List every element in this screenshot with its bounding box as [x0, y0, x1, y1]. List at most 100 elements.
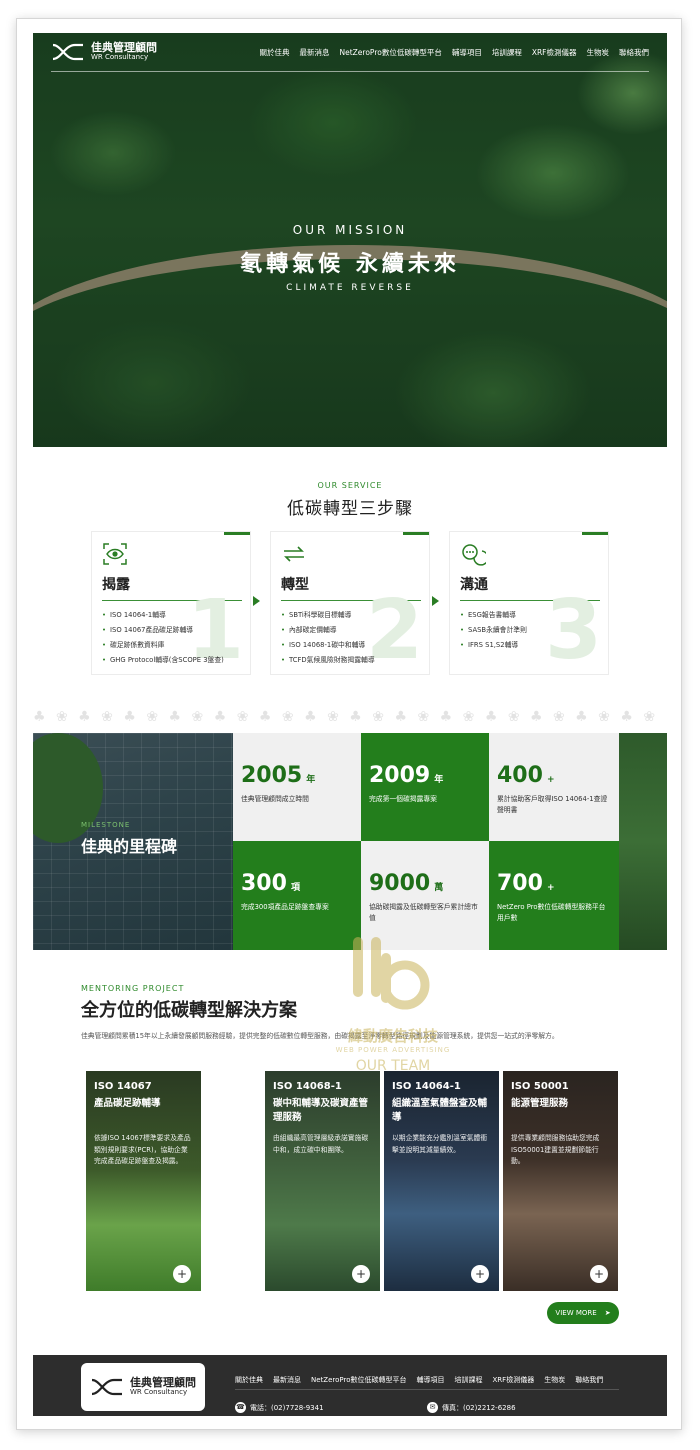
list-item: ISO 14064-1輔導	[102, 609, 224, 619]
nav-item-services[interactable]: 輔導項目	[452, 47, 482, 58]
card-name: 組織溫室氣體盤查及輔導	[392, 1098, 488, 1124]
stat-description: 完成300項產品足跡盤查專案	[241, 903, 329, 911]
footer-link-netzeropro[interactable]: NetZeroPro數位低碳轉型平台	[311, 1375, 407, 1385]
card-name: 碳中和輔導及碳資產管理服務	[273, 1098, 369, 1124]
step-arrow-icon	[432, 596, 439, 606]
plus-icon[interactable]: +	[471, 1265, 489, 1283]
stat-unit: +	[546, 775, 555, 785]
card-title: 揭露	[102, 577, 130, 593]
footer-link-services[interactable]: 輔導項目	[417, 1375, 445, 1385]
list-item: ISO 14068-1碳中和輔導	[281, 639, 375, 649]
nav-item-biochar[interactable]: 生物炭	[587, 47, 610, 58]
phone-icon: ☎	[235, 1402, 246, 1413]
service-card-transition[interactable]: 轉型 2 SBTi科學碳目標輔導 內部碳定價輔導 ISO 14068-1碳中和輔…	[270, 531, 430, 675]
plus-icon[interactable]: +	[173, 1265, 191, 1283]
service-card-disclosure[interactable]: 揭露 1 ISO 14064-1輔導 ISO 14067產品碳足跡輔導 碳足跡係…	[91, 531, 251, 675]
list-item: TCFD氣候風險財務揭露輔導	[281, 654, 375, 664]
stat-platform-users: 700 + NetZero Pro數位低碳轉型服務平台用戶數	[489, 841, 619, 950]
project-card-iso14067[interactable]: ISO 14067 產品碳足跡輔導 依據ISO 14067標準要求及產品類別規則…	[86, 1071, 201, 1291]
hero-section: 佳典管理顧問 WR Consultancy 關於佳典 最新消息 NetZeroP…	[33, 33, 667, 447]
hero-title: 氡轉氣候 永續未來	[240, 252, 460, 277]
milestone-forest-image	[619, 733, 667, 950]
stat-number: 400	[497, 763, 543, 788]
card-name: 能源管理服務	[511, 1098, 569, 1109]
main-menu: 關於佳典 最新消息 NetZeroPro數位低碳轉型平台 輔導項目 培訓課程 X…	[260, 47, 650, 58]
nav-item-xrf[interactable]: XRF檢測儀器	[532, 47, 577, 58]
stat-unit: 項	[290, 883, 300, 893]
view-more-label: VIEW MORE	[555, 1309, 597, 1317]
footer-link-xrf[interactable]: XRF檢測儀器	[493, 1375, 535, 1385]
stat-founded: 2005 年 佳典管理顧問成立時間	[233, 733, 361, 841]
nav-item-contact[interactable]: 聯絡我們	[619, 47, 649, 58]
watermark: 緯動廣告科技 WEB POWER ADVERTISING OUR TEAM	[323, 933, 463, 1093]
phone-text: 電話：(02)7728-9341	[250, 1403, 324, 1412]
footer-phone[interactable]: ☎ 電話：(02)7728-9341	[235, 1402, 324, 1413]
exchange-arrows-icon	[284, 546, 304, 562]
watermark-team: OUR TEAM	[355, 1058, 431, 1074]
list-item: ISO 14067產品碳足跡輔導	[102, 624, 224, 634]
milestone-title: 佳典的里程碑	[81, 837, 178, 856]
card-list: ESG報告書輔導 SASB永續會計準則 IFRS S1,S2輔導	[460, 609, 527, 654]
footer-link-news[interactable]: 最新消息	[273, 1375, 301, 1385]
hero-eyebrow: OUR MISSION	[292, 223, 408, 237]
brand-logo[interactable]: 佳典管理顧問 WR Consultancy	[51, 42, 157, 62]
stat-iso-clients: 400 + 累計協助客戶取得ISO 14064-1查證聲明書	[489, 733, 619, 841]
mentoring-label: MENTORING PROJECT	[81, 984, 185, 993]
fax-text: 傳真：(02)2212-6286	[442, 1403, 516, 1412]
plus-icon[interactable]: +	[590, 1265, 608, 1283]
footer-link-about[interactable]: 關於佳典	[235, 1375, 263, 1385]
stat-number: 700	[497, 871, 543, 896]
decorative-tree-pattern: ♣ ❀ ♣ ❀ ♣ ❀ ♣ ❀ ♣ ❀ ♣ ❀ ♣ ❀ ♣ ❀ ♣ ❀ ♣ ❀ …	[33, 709, 667, 725]
step-arrow-icon	[253, 596, 260, 606]
plus-icon[interactable]: +	[352, 1265, 370, 1283]
project-card-iso14068[interactable]: ISO 14068-1 碳中和輔導及碳資產管理服務 由組織最高管理層級承諾實施碳…	[265, 1071, 380, 1291]
footer-link-contact[interactable]: 聯絡我們	[575, 1375, 603, 1385]
service-card-communication[interactable]: 溝通 3 ESG報告書輔導 SASB永續會計準則 IFRS S1,S2輔導	[449, 531, 609, 675]
card-list: ISO 14064-1輔導 ISO 14067產品碳足跡輔導 碳足跡係數資料庫 …	[102, 609, 224, 669]
project-card-iso50001[interactable]: ISO 50001 能源管理服務 提供專業顧問服務協助您完成ISO50001建置…	[503, 1071, 618, 1291]
hero-overlay	[33, 33, 667, 447]
footer-logo[interactable]: 佳典管理顧問 WR Consultancy	[81, 1363, 205, 1411]
service-label: OUR SERVICE	[317, 481, 383, 490]
nav-item-about[interactable]: 關於佳典	[260, 47, 290, 58]
top-nav: 佳典管理顧問 WR Consultancy 關於佳典 最新消息 NetZeroP…	[33, 33, 667, 71]
project-card-iso14064[interactable]: ISO 14064-1 組織溫室氣體盤查及輔導 以期企業能充分鑑別溫室氣體衝擊並…	[384, 1071, 499, 1291]
card-accent	[403, 532, 429, 535]
card-description: 依據ISO 14067標準要求及產品類別規則要求(PCR)，協助企業完成產品碳足…	[94, 1134, 191, 1166]
stat-description: NetZero Pro數位低碳轉型服務平台用戶數	[497, 903, 606, 922]
stat-description: 佳典管理顧問成立時間	[241, 795, 309, 803]
stat-description: 協助碳揭露及低碳轉型客戶累計總市值	[369, 903, 478, 922]
footer: 佳典管理顧問 WR Consultancy 關於佳典 最新消息 NetZeroP…	[33, 1355, 667, 1416]
nav-divider	[51, 71, 649, 72]
list-item: 碳足跡係數資料庫	[102, 639, 224, 649]
nav-item-netzeropro[interactable]: NetZeroPro數位低碳轉型平台	[340, 47, 442, 58]
view-more-button[interactable]: VIEW MORE ➤	[547, 1302, 619, 1324]
watermark-en: WEB POWER ADVERTISING	[335, 1046, 451, 1054]
card-list: SBTi科學碳目標輔導 內部碳定價輔導 ISO 14068-1碳中和輔導 TCF…	[281, 609, 375, 669]
footer-fax: ✉ 傳真：(02)2212-6286	[427, 1402, 516, 1413]
card-accent	[582, 532, 608, 535]
stat-description: 累計協助客戶取得ISO 14064-1查證聲明書	[497, 795, 608, 814]
footer-link-training[interactable]: 培訓課程	[455, 1375, 483, 1385]
nav-item-news[interactable]: 最新消息	[300, 47, 330, 58]
logo-mark-icon	[91, 1378, 122, 1396]
arrow-right-icon: ➤	[604, 1309, 611, 1317]
stat-unit: 年	[434, 775, 444, 785]
stat-number: 2009	[369, 763, 431, 788]
watermark-cn: 緯動廣告科技	[347, 1027, 438, 1045]
stat-description: 完成第一個碳揭露專案	[369, 795, 437, 803]
logo-mark-icon	[52, 43, 83, 61]
eye-scan-icon	[103, 543, 127, 565]
stat-first-project: 2009 年 完成第一個碳揭露專案	[361, 733, 489, 841]
watermark-logo-icon	[353, 937, 430, 1010]
nav-item-training[interactable]: 培訓課程	[492, 47, 522, 58]
hero-subtitle: CLIMATE REVERSE	[286, 283, 414, 293]
stat-unit: 萬	[434, 883, 444, 893]
card-accent	[224, 532, 250, 535]
footer-link-biochar[interactable]: 生物炭	[544, 1375, 565, 1385]
stat-number: 300	[241, 871, 287, 896]
fax-icon: ✉	[427, 1402, 438, 1413]
brand-name-en: WR Consultancy	[91, 53, 149, 62]
brand-name-en: WR Consultancy	[130, 1388, 188, 1397]
service-title: 低碳轉型三步驟	[287, 499, 413, 519]
